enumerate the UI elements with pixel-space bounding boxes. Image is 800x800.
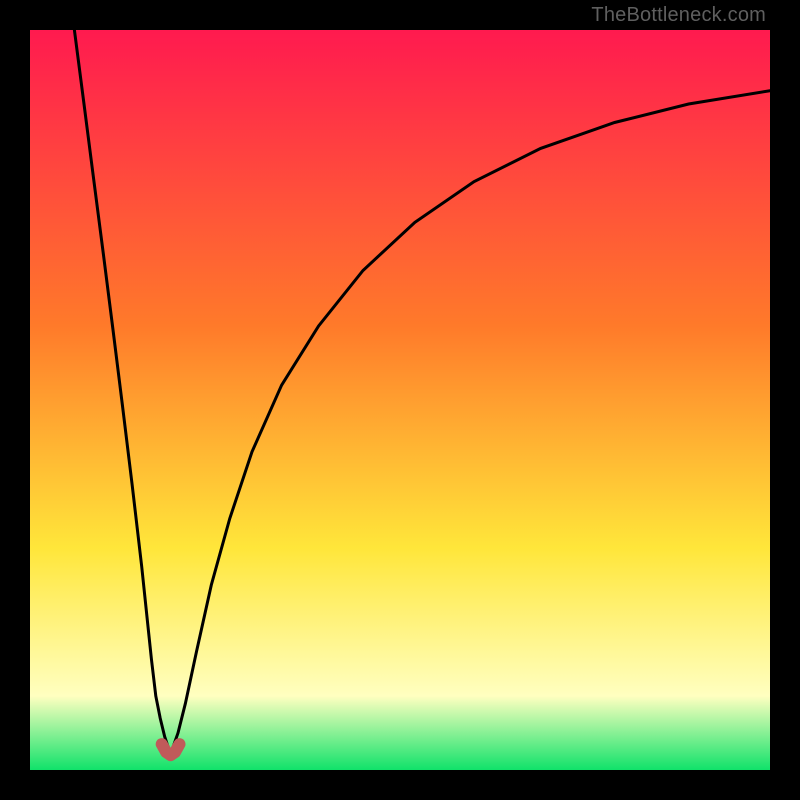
gradient-background — [30, 30, 770, 770]
outer-frame: TheBottleneck.com — [0, 0, 800, 800]
plot-area — [30, 30, 770, 770]
watermark-text: TheBottleneck.com — [591, 4, 766, 27]
chart-svg — [30, 30, 770, 770]
